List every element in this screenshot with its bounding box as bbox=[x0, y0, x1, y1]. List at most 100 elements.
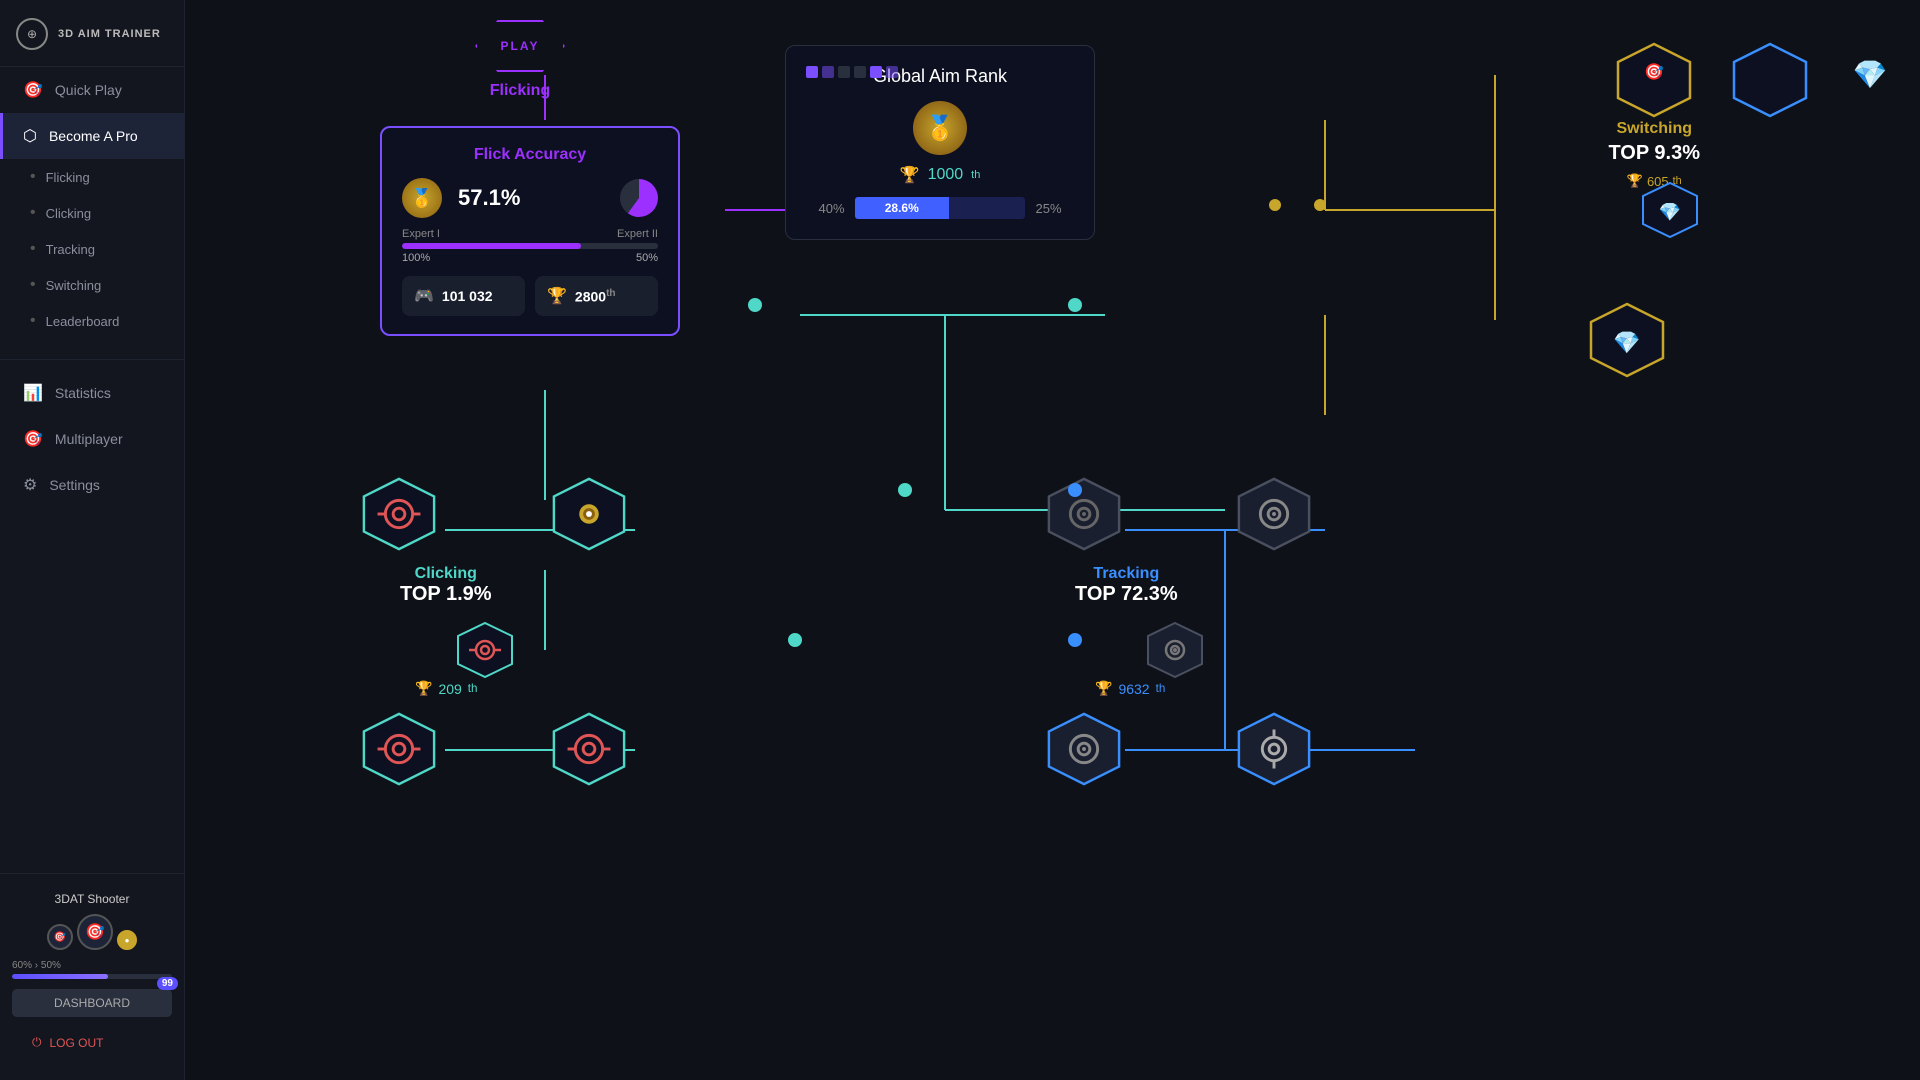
tracking-label-area: Tracking TOP 72.3% bbox=[1075, 565, 1178, 606]
switching-node-left[interactable]: 🎯 Switching TOP 9.3% 🏆 605th bbox=[1608, 40, 1700, 189]
clicking-label-area: Clicking TOP 1.9% bbox=[400, 565, 492, 606]
hex-clicking-br-svg bbox=[550, 710, 628, 788]
progress-bar bbox=[402, 243, 658, 249]
quick-play-icon: 🎯 bbox=[23, 80, 43, 100]
flicking-section-label: Flicking bbox=[490, 82, 550, 100]
clicking-hex-tr[interactable] bbox=[550, 475, 628, 558]
diamond-icon-right: 💎 bbox=[1830, 58, 1910, 91]
rank-bar-main: 28.6% bbox=[855, 197, 1025, 219]
accuracy-row: 🥇 57.1% bbox=[402, 178, 658, 218]
sidebar-item-quick-play[interactable]: 🎯 Quick Play bbox=[0, 67, 184, 113]
tracking-trophy-icon: 🏆 bbox=[1095, 680, 1112, 697]
hex-tracking-tl-svg bbox=[1045, 475, 1123, 553]
settings-icon: ⚙ bbox=[23, 475, 37, 495]
progress-values: 100% 50% bbox=[402, 252, 658, 264]
tracking-hex-tr[interactable] bbox=[1235, 475, 1313, 558]
dot-dark2 bbox=[854, 66, 866, 78]
flick-accuracy-card: Flick Accuracy 🥇 57.1% Expert I Expert I… bbox=[380, 126, 680, 336]
dot-clicking-mid bbox=[788, 633, 802, 647]
tracking-hex-bl[interactable] bbox=[1045, 710, 1123, 793]
sidebar-item-clicking[interactable]: Clicking bbox=[0, 195, 184, 231]
tracking-hex-mid[interactable] bbox=[1145, 620, 1205, 685]
play-button[interactable]: PLAY bbox=[475, 20, 565, 72]
dot-purple bbox=[806, 66, 818, 78]
switching-node-right[interactable]: 💎 bbox=[1730, 40, 1810, 120]
progress-fill bbox=[402, 243, 581, 249]
tracking-name: Tracking bbox=[1075, 565, 1178, 583]
clicking-hex-mid[interactable] bbox=[455, 620, 515, 685]
logo-area: ⊕ 3D AIM TRAINER bbox=[0, 0, 184, 67]
bar-right-pct: 25% bbox=[1031, 201, 1066, 216]
flicking-label: Flicking bbox=[46, 170, 90, 185]
rank-medal-icon: 🥇 bbox=[913, 101, 967, 155]
hex-diamond-mid-svg: 💎 bbox=[1640, 180, 1700, 240]
flick-rank: 2800th bbox=[575, 288, 616, 305]
dot-left-global bbox=[748, 298, 762, 312]
user-rank-icons: 🎯 🎯 ● bbox=[47, 914, 137, 950]
hex-switching-right-svg bbox=[1730, 40, 1810, 120]
hex-switching-bottom-svg: 💎 bbox=[1587, 300, 1667, 380]
dot-tracking-mid bbox=[1068, 633, 1082, 647]
xp-bar-fill bbox=[12, 974, 108, 979]
sidebar-item-leaderboard[interactable]: Leaderboard bbox=[0, 303, 184, 339]
small-rank-icon: 🎯 bbox=[47, 924, 73, 950]
logo-icon: ⊕ bbox=[16, 18, 48, 50]
svg-text:💎: 💎 bbox=[1659, 202, 1681, 222]
accuracy-value: 57.1% bbox=[458, 185, 520, 211]
logout-icon: ⏻ bbox=[32, 1035, 42, 1050]
hex-tracking-br-svg bbox=[1235, 710, 1313, 788]
dashboard-button[interactable]: DASHBOARD bbox=[12, 989, 172, 1017]
xp-bar-container: 60% › 50% bbox=[12, 960, 172, 979]
flick-stats-row: 🎮 101 032 🏆 2800th bbox=[402, 276, 658, 316]
sidebar-item-become-pro[interactable]: ⬡ Become A Pro bbox=[0, 113, 184, 159]
tracking-hex-br[interactable] bbox=[1235, 710, 1313, 793]
dot-center-bottom bbox=[898, 483, 912, 497]
dot-purple3 bbox=[870, 66, 882, 78]
rank-color-dots bbox=[806, 66, 898, 78]
hex-tracking-mid-svg bbox=[1145, 620, 1205, 680]
dot-center-bottom2 bbox=[1068, 483, 1082, 497]
switching-label: Switching bbox=[46, 278, 102, 293]
flick-card-title: Flick Accuracy bbox=[402, 146, 658, 164]
tracking-label: Tracking bbox=[46, 242, 95, 257]
dot-right-global bbox=[1068, 298, 1082, 312]
switching-diamond-mid: 💎 bbox=[1640, 180, 1700, 245]
user-name: 3DAT Shooter bbox=[55, 892, 130, 906]
clicking-name: Clicking bbox=[400, 565, 492, 583]
clicking-hex-br[interactable] bbox=[550, 710, 628, 793]
become-pro-label: Become A Pro bbox=[49, 128, 138, 144]
clicking-rank: 🏆 209th bbox=[415, 680, 478, 697]
multiplayer-icon: 🎯 bbox=[23, 429, 43, 449]
sidebar-item-tracking[interactable]: Tracking bbox=[0, 231, 184, 267]
app-title: 3D AIM TRAINER bbox=[58, 28, 161, 40]
logout-button[interactable]: ⏻ LOG OUT bbox=[12, 1025, 172, 1060]
tracking-hex-tl[interactable] bbox=[1045, 475, 1123, 558]
xp-bar bbox=[12, 974, 172, 979]
clicking-hex-bl[interactable] bbox=[360, 710, 438, 793]
switching-top-pct: TOP 9.3% bbox=[1608, 142, 1700, 165]
sidebar-item-switching[interactable]: Switching bbox=[0, 267, 184, 303]
quick-play-label: Quick Play bbox=[55, 82, 122, 98]
statistics-icon: 📊 bbox=[23, 383, 43, 403]
flick-score: 101 032 bbox=[442, 288, 493, 304]
switching-hex-bottom[interactable]: 💎 bbox=[1587, 300, 1667, 385]
clicking-label: Clicking bbox=[46, 206, 92, 221]
sidebar-item-multiplayer[interactable]: 🎯 Multiplayer bbox=[0, 416, 184, 462]
placement-value: 1000 bbox=[928, 166, 964, 184]
svg-text:💎: 💎 bbox=[1613, 330, 1640, 355]
user-panel: 3DAT Shooter 🎯 🎯 ● 60% › 50% DASHBOARD 9… bbox=[0, 873, 184, 1070]
logout-label: LOG OUT bbox=[50, 1036, 104, 1050]
statistics-label: Statistics bbox=[55, 385, 111, 401]
hex-clicking-bl-svg bbox=[360, 710, 438, 788]
dashboard-badge: 99 bbox=[157, 977, 178, 990]
sidebar-item-flicking[interactable]: Flicking bbox=[0, 159, 184, 195]
progress-val-from: 100% bbox=[402, 252, 430, 264]
sidebar-item-settings[interactable]: ⚙ Settings bbox=[0, 462, 184, 508]
dot-switch-l bbox=[1269, 199, 1281, 211]
flicking-play-section: PLAY Flicking bbox=[475, 20, 565, 100]
bar-left-pct: 40% bbox=[814, 201, 849, 216]
become-pro-icon: ⬡ bbox=[23, 126, 37, 146]
sidebar-item-statistics[interactable]: 📊 Statistics bbox=[0, 370, 184, 416]
leaderboard-label: Leaderboard bbox=[46, 314, 120, 329]
clicking-hex-tl[interactable] bbox=[360, 475, 438, 558]
